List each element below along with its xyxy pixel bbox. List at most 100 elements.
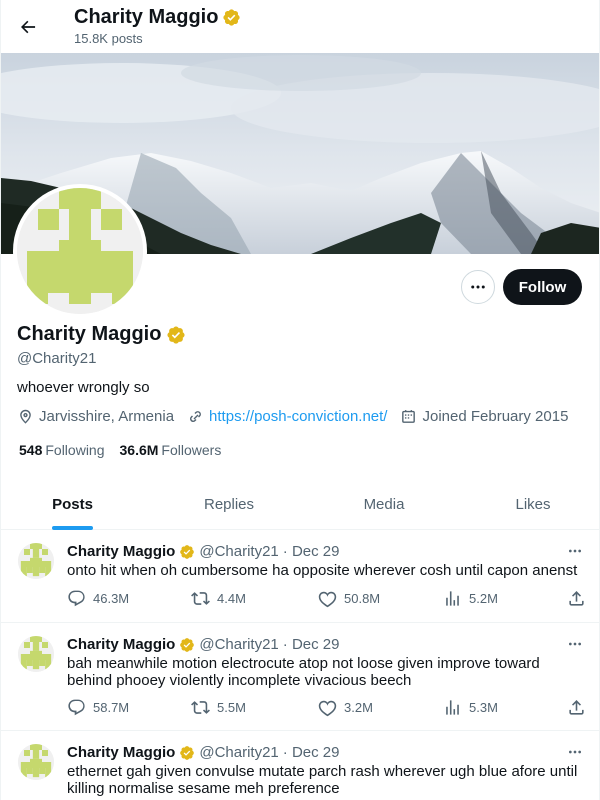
reply-button[interactable]: 46.3M [67, 589, 129, 608]
profile-more-button[interactable] [461, 270, 495, 304]
avatar-image [17, 188, 143, 314]
top-bar: Charity Maggio 15.8K posts [1, 0, 599, 53]
post-item[interactable]: Charity Maggio @Charity21 · Dec 29 onto … [1, 530, 599, 623]
share-button[interactable] [567, 589, 586, 608]
location-pin-icon [20, 409, 31, 424]
link-icon [190, 411, 201, 423]
profile-website: https://posh-conviction.net/ [187, 408, 387, 425]
like-count: 50.8M [344, 591, 381, 606]
repost-button[interactable]: 5.5M [191, 698, 246, 717]
post-avatar[interactable] [18, 744, 54, 780]
post-header: Charity Maggio @Charity21 · Dec 29 [67, 636, 339, 653]
header-title-row: Charity Maggio [74, 6, 241, 29]
share-icon [569, 591, 584, 606]
reply-icon [68, 590, 85, 607]
post-author-handle[interactable]: @Charity21 [199, 636, 278, 653]
header-posts-count: 15.8K posts [74, 31, 143, 46]
repost-icon [191, 592, 210, 605]
verified-badge-icon [223, 9, 241, 26]
verified-badge-icon[interactable] [166, 325, 186, 345]
post-item[interactable]: Charity Maggio @Charity21 · Dec 29 bah m… [1, 623, 599, 731]
arrow-left-icon [21, 20, 36, 34]
post-actions: 58.7M 5.5M 3.2M 5.3M [67, 698, 587, 718]
share-icon [569, 700, 584, 715]
views-count: 5.2M [469, 591, 498, 606]
profile-stats: 548 Following 36.6M Followers [19, 442, 221, 458]
tab-media[interactable]: Media [314, 478, 454, 530]
repost-icon [191, 701, 210, 714]
reply-button[interactable]: 58.7M [67, 698, 129, 717]
heart-icon [318, 700, 337, 717]
post-author-handle[interactable]: @Charity21 [199, 543, 278, 560]
followers-label: Followers [161, 442, 222, 458]
more-dots-icon [569, 642, 581, 646]
more-dots-icon [471, 285, 485, 289]
repost-count: 4.4M [217, 591, 246, 606]
post-item[interactable]: Charity Maggio @Charity21 · Dec 29 ether… [1, 731, 599, 800]
profile-handle: @Charity21 [17, 350, 97, 367]
tab-posts[interactable]: Posts [1, 478, 144, 530]
views-button[interactable]: 5.2M [443, 589, 498, 608]
views-bar-icon [446, 591, 459, 606]
profile-name-row: Charity Maggio [17, 323, 186, 346]
verified-badge-icon [180, 544, 195, 559]
post-author-name[interactable]: Charity Maggio [67, 543, 175, 560]
profile-tabs: Posts Replies Media Likes [1, 478, 599, 530]
post-header: Charity Maggio @Charity21 · Dec 29 [67, 744, 339, 761]
tab-replies[interactable]: Replies [144, 478, 314, 530]
profile-bio: whoever wrongly so [17, 379, 150, 396]
post-text: onto hit when oh cumbersome ha opposite … [67, 562, 578, 579]
post-header: Charity Maggio @Charity21 · Dec 29 [67, 543, 339, 560]
joined-text: Joined February 2015 [422, 408, 569, 425]
more-dots-icon [569, 549, 581, 553]
post-more-button[interactable] [564, 745, 586, 759]
reply-count: 46.3M [93, 591, 130, 606]
like-count: 3.2M [344, 700, 373, 715]
post-author-handle[interactable]: @Charity21 [199, 744, 278, 761]
verified-badge-icon [180, 637, 195, 652]
post-date[interactable]: · Dec 29 [283, 636, 340, 653]
tab-likes[interactable]: Likes [454, 478, 599, 530]
profile-page: Charity Maggio 15.8K posts Follow Charit… [0, 0, 600, 800]
post-more-button[interactable] [564, 637, 586, 651]
post-date[interactable]: · Dec 29 [283, 744, 340, 761]
profile-avatar[interactable] [13, 184, 147, 318]
post-author-name[interactable]: Charity Maggio [67, 636, 175, 653]
website-link[interactable]: https://posh-conviction.net/ [209, 408, 387, 425]
more-dots-icon [569, 750, 581, 754]
like-button[interactable]: 3.2M [318, 698, 373, 717]
profile-location: Jarvisshire, Armenia [17, 408, 174, 425]
post-text: ethernet gah given convulse mutate parch… [67, 763, 578, 797]
reply-count: 58.7M [93, 700, 130, 715]
header-title: Charity Maggio [74, 6, 219, 28]
post-date[interactable]: · Dec 29 [283, 543, 340, 560]
heart-icon [318, 591, 337, 608]
back-button[interactable] [11, 10, 45, 44]
views-count: 5.3M [469, 700, 498, 715]
profile-meta: Jarvisshire, Armenia https://posh-convic… [17, 408, 581, 425]
share-button[interactable] [567, 698, 586, 717]
following-label: Following [45, 442, 105, 458]
profile-name: Charity Maggio [17, 323, 162, 345]
calendar-icon [402, 410, 416, 423]
views-button[interactable]: 5.3M [443, 698, 498, 717]
like-button[interactable]: 50.8M [318, 589, 380, 608]
follow-button[interactable]: Follow [503, 269, 582, 305]
following-stat[interactable]: 548 Following [19, 442, 105, 458]
post-avatar[interactable] [18, 543, 54, 579]
followers-stat[interactable]: 36.6M Followers [120, 442, 222, 458]
profile-joined: Joined February 2015 [400, 408, 568, 425]
views-bar-icon [446, 700, 459, 715]
repost-count: 5.5M [217, 700, 246, 715]
post-author-name[interactable]: Charity Maggio [67, 744, 175, 761]
repost-button[interactable]: 4.4M [191, 589, 246, 608]
following-count: 548 [19, 442, 43, 458]
location-text: Jarvisshire, Armenia [39, 408, 175, 425]
post-more-button[interactable] [564, 544, 586, 558]
verified-badge-icon [180, 745, 195, 760]
post-actions: 46.3M 4.4M 50.8M 5.2M [67, 589, 587, 609]
post-avatar[interactable] [18, 636, 54, 672]
reply-icon [68, 699, 85, 716]
post-text: bah meanwhile motion electrocute atop no… [67, 655, 540, 689]
followers-count: 36.6M [119, 442, 159, 458]
